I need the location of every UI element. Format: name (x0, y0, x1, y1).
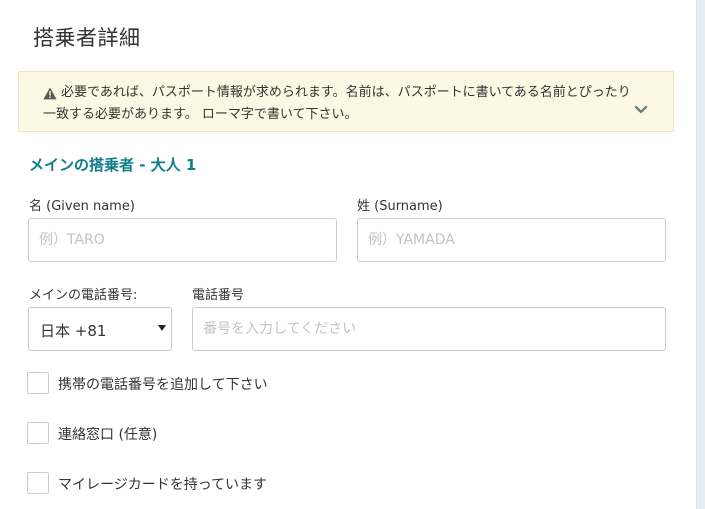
page-title: 搭乗者詳細 (33, 26, 141, 50)
notice-text: 必要であれば、パスポート情報が求められます。名前は、パスポートに書いてある名前と… (43, 85, 631, 122)
contact-point-label[interactable]: 連絡窓口 (任意) (58, 424, 157, 444)
passport-notice: 必要であれば、パスポート情報が求められます。名前は、パスポートに書いてある名前と… (18, 71, 674, 132)
given-name-input[interactable] (28, 218, 337, 262)
mileage-card-label[interactable]: マイレージカードを持っています (58, 474, 267, 494)
surname-input[interactable] (357, 218, 666, 262)
country-code-value: 日本 +81 (40, 322, 107, 340)
add-mobile-phone-label[interactable]: 携帯の電話番号を追加して下さい (58, 374, 268, 394)
scrollbar-track[interactable] (696, 0, 705, 509)
main-phone-label: メインの電話番号: (29, 288, 138, 303)
given-name-label: 名 (Given name) (29, 199, 135, 214)
phone-number-label: 電話番号 (192, 288, 245, 303)
contact-point-checkbox[interactable] (27, 422, 49, 444)
surname-label: 姓 (Surname) (357, 199, 443, 214)
chevron-down-icon[interactable] (634, 104, 648, 116)
section-heading: メインの搭乗者 - 大人 1 (29, 156, 197, 174)
country-code-select[interactable]: 日本 +81 (28, 307, 172, 351)
caret-down-icon (158, 325, 166, 331)
phone-number-input[interactable] (192, 307, 666, 351)
add-mobile-phone-checkbox[interactable] (27, 372, 49, 394)
mileage-card-checkbox[interactable] (27, 472, 49, 494)
